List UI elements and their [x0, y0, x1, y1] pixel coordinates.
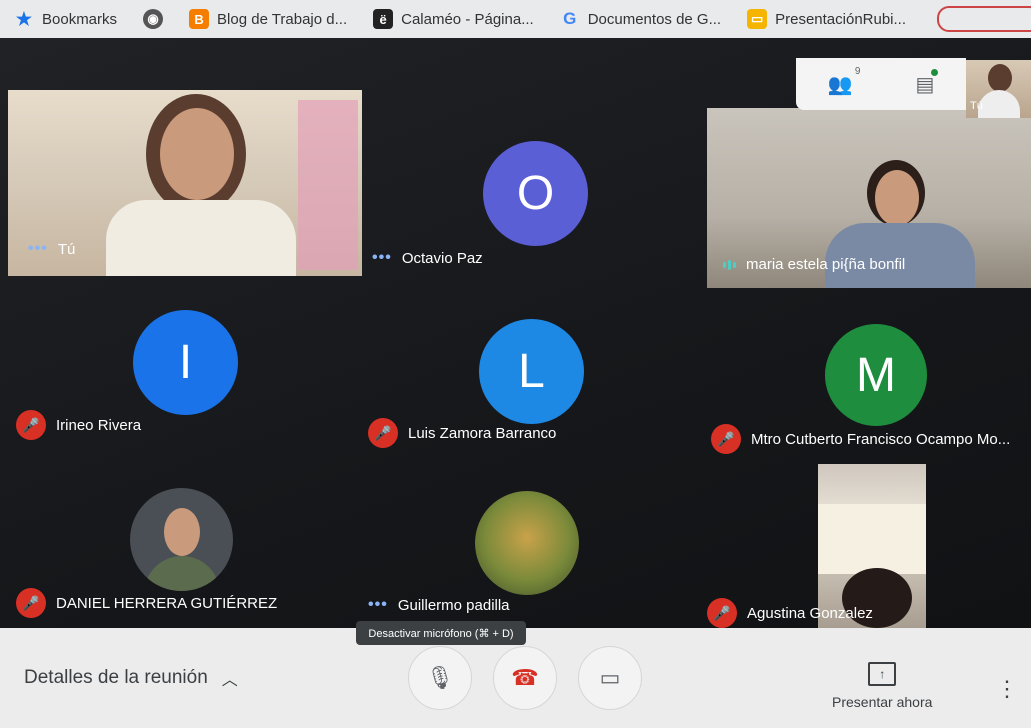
- hang-up-icon: ☎: [511, 665, 539, 690]
- camera-icon: ▭: [599, 665, 621, 690]
- bookmark-label: Documentos de G...: [587, 10, 722, 28]
- avatar-guillermo-dragon: [475, 491, 579, 595]
- tile-you[interactable]: ••• Tú: [8, 90, 362, 276]
- mic-off-icon: 🎤: [368, 418, 398, 448]
- participant-name: Guillermo padilla: [397, 596, 510, 614]
- calameo-icon: ë: [373, 9, 394, 29]
- self-view[interactable]: Tú: [966, 60, 1031, 118]
- bookmark-label: Blog de Trabajo d...: [217, 10, 348, 28]
- bookmark-calameo[interactable]: ë Calaméo - Página...: [373, 9, 534, 29]
- meeting-details-button[interactable]: Detalles de la reunión ︿: [24, 666, 238, 690]
- tile-label-agustina: 🎤 Agustina Gonzalez: [707, 598, 873, 628]
- top-controls: 👥 9 ▤: [796, 58, 966, 110]
- participant-name: Mtro Cutberto Francisco Ocampo Mo...: [751, 430, 1011, 448]
- audio-indicator-icon: •••: [28, 240, 48, 257]
- bookmark-docs[interactable]: G Documentos de G...: [560, 9, 721, 29]
- bookmark-label: Bookmarks: [42, 10, 118, 28]
- avatar-luis: L: [479, 319, 584, 424]
- tile-label-daniel: 🎤 DANIEL HERRERA GUTIÉRREZ: [16, 588, 277, 618]
- profile-button[interactable]: [937, 6, 1031, 32]
- leave-call-button[interactable]: ☎: [493, 646, 557, 710]
- present-now-button[interactable]: ↑ Presentar ahora: [832, 662, 932, 710]
- curtain-image: [818, 504, 926, 574]
- participant-name: maria estela pi{ña bonfil: [746, 256, 906, 273]
- mic-button[interactable]: 🎙: [408, 646, 472, 710]
- participant-name: Octavio Paz: [401, 249, 483, 267]
- present-icon: ↑: [868, 662, 897, 686]
- mic-off-icon: 🎤: [711, 424, 741, 454]
- participant-name: Tú: [57, 240, 76, 258]
- dollhouse-image: [298, 100, 358, 270]
- tile-label-guillermo: ••• Guillermo padilla: [368, 596, 510, 614]
- notification-dot: [931, 68, 939, 76]
- bookmark-label: PresentaciónRubi...: [775, 10, 907, 28]
- google-icon: G: [563, 9, 577, 28]
- audio-indicator-icon: •••: [368, 596, 388, 613]
- bookmark-blog[interactable]: B Blog de Trabajo d...: [189, 9, 347, 29]
- tile-label-luis: 🎤 Luis Zamora Barranco: [368, 418, 556, 448]
- mic-off-icon: 🎤: [16, 410, 46, 440]
- avatar-mtro: M: [825, 324, 927, 426]
- blogger-icon: B: [189, 9, 210, 29]
- avatar-daniel-photo: [130, 488, 233, 591]
- avatar-octavio: O: [483, 141, 588, 246]
- bookmark-bookmarks[interactable]: ★ Bookmarks: [14, 9, 117, 29]
- avatar-irineo: I: [133, 310, 238, 415]
- slides-icon: ▭: [747, 9, 768, 29]
- tile-label-irineo: 🎤 Irineo Rivera: [16, 410, 141, 440]
- mic-tooltip: Desactivar micrófono (⌘ + D): [356, 621, 526, 645]
- tile-maria[interactable]: maria estela pi{ña bonfil: [707, 108, 1031, 288]
- more-options-icon[interactable]: ⋮: [996, 676, 1018, 702]
- tile-label-octavio: ••• Octavio Paz: [372, 249, 483, 267]
- chat-button[interactable]: ▤: [915, 68, 939, 97]
- star-icon: ★: [15, 8, 33, 29]
- chevron-up-icon: ︿: [221, 672, 238, 689]
- participant-name: Luis Zamora Barranco: [408, 424, 557, 442]
- bookmark-slides[interactable]: ▭ PresentaciónRubi...: [747, 9, 906, 29]
- chat-icon: ▤: [915, 73, 935, 96]
- bookmark-label: Calaméo - Página...: [401, 10, 534, 28]
- audio-indicator-icon: •••: [372, 249, 392, 266]
- participant-name: Irineo Rivera: [56, 416, 142, 434]
- camera-button[interactable]: ▭: [578, 646, 642, 710]
- globe-icon: ◉: [143, 9, 164, 29]
- mic-off-icon: 🎤: [16, 588, 46, 618]
- microphone-icon: 🎙: [426, 665, 454, 690]
- mic-off-icon: 🎤: [707, 598, 737, 628]
- participant-name: DANIEL HERRERA GUTIÉRREZ: [56, 594, 278, 612]
- bookmark-globe[interactable]: ◉: [143, 9, 164, 29]
- bookmarks-bar: ★ Bookmarks ◉ B Blog de Trabajo d... ë C…: [0, 0, 1031, 38]
- people-icon: 👥: [827, 73, 853, 96]
- speaking-indicator-icon: [723, 259, 736, 270]
- tile-label-mtro: 🎤 Mtro Cutberto Francisco Ocampo Mo...: [711, 424, 1010, 454]
- participant-name: Agustina Gonzalez: [747, 604, 873, 622]
- people-button[interactable]: 👥 9: [827, 66, 861, 97]
